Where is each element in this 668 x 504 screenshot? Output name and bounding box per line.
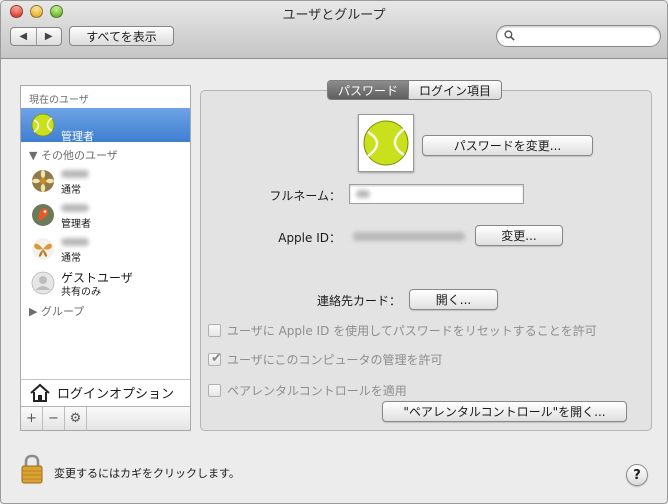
sidebar-footer: + − ⚙ [21, 406, 190, 430]
appleid-change-button[interactable]: 変更... [475, 225, 563, 246]
current-user-header: 現在のユーザ [29, 95, 89, 106]
user-row[interactable]: 通常 [21, 232, 190, 266]
allow-admin-label: ユーザにこのコンピュータの管理を許可 [227, 353, 443, 367]
fullname-value-blurred [356, 190, 370, 198]
parental-controls-checkbox[interactable]: ペアレンタルコントロールを適用 [208, 382, 407, 399]
user-role: 通常 [61, 253, 81, 264]
tab-password[interactable]: パスワード [328, 81, 409, 99]
guest-user-role: 共有のみ [61, 287, 101, 298]
titlebar: ユーザとグループ ◀ ▶ すべてを表示 [1, 1, 667, 59]
user-row-guest[interactable]: ゲストユーザ 共有のみ [21, 266, 190, 300]
fullname-field[interactable] [349, 184, 524, 204]
tennis-ball-icon [363, 120, 409, 166]
back-button[interactable]: ◀ [11, 28, 36, 45]
login-options-label: ログインオプション [57, 387, 175, 402]
window-title: ユーザとグループ [282, 8, 386, 23]
checkbox-box [208, 384, 221, 397]
gear-icon[interactable]: ⚙ [65, 407, 87, 430]
search-icon [504, 30, 515, 41]
lock-status-text: 変更するにはカギをクリックします。 [54, 467, 240, 480]
checkbox-box: ✔ [208, 351, 222, 366]
tab-login-items[interactable]: ログイン項目 [408, 81, 502, 99]
allow-appleid-reset-label: ユーザに Apple ID を使用してパスワードをリセットすることを許可 [227, 324, 597, 338]
user-role: 通常 [61, 185, 81, 196]
house-icon [30, 383, 50, 402]
user-list-sidebar: 現在のユーザ 管理者 ▼ その他のユーザ 通常 管理者 通常 ゲストユーザ 共有… [20, 85, 191, 431]
user-picture-well[interactable] [358, 114, 414, 172]
other-users-header: ▼ その他のユーザ [29, 149, 118, 162]
allow-admin-checkbox[interactable]: ✔ ユーザにこのコンピュータの管理を許可 [208, 351, 443, 368]
user-row-current[interactable]: 管理者 [21, 108, 190, 143]
user-role: 管理者 [61, 219, 91, 230]
users-groups-window: ユーザとグループ ◀ ▶ すべてを表示 現在のユーザ 管理者 ▼ その他のユーザ… [0, 0, 668, 504]
checkbox-box [208, 324, 221, 337]
butterfly-icon [31, 237, 55, 261]
login-options-item[interactable]: ログインオプション [21, 379, 190, 405]
appleid-label: Apple ID： [278, 231, 341, 245]
tab-bar: パスワード ログイン項目 [327, 80, 503, 100]
forward-button[interactable]: ▶ [35, 28, 62, 45]
open-contact-card-button[interactable]: 開く... [409, 289, 498, 310]
parental-controls-label: ペアレンタルコントロールを適用 [227, 384, 407, 398]
parrot-icon [31, 203, 55, 227]
appleid-value-blurred [353, 232, 465, 241]
user-role: 管理者 [61, 130, 94, 143]
user-name-blurred [61, 235, 89, 249]
help-button[interactable]: ? [626, 464, 648, 486]
search-field[interactable] [496, 25, 661, 47]
tennis-ball-icon [31, 113, 55, 137]
show-all-button[interactable]: すべてを表示 [69, 26, 174, 46]
change-password-button[interactable]: パスワードを変更... [422, 135, 593, 156]
allow-appleid-reset-checkbox[interactable]: ユーザに Apple ID を使用してパスワードをリセットすることを許可 [208, 322, 597, 339]
user-name-blurred [61, 167, 89, 181]
back-forward-control: ◀ ▶ [10, 27, 62, 46]
groups-disclosure[interactable]: ▶ グループ [29, 303, 84, 319]
flower-icon [31, 169, 55, 193]
guest-icon [31, 271, 55, 295]
lock-icon[interactable] [21, 454, 43, 484]
remove-user-button[interactable]: − [43, 407, 65, 430]
user-row[interactable]: 管理者 [21, 198, 190, 232]
add-user-button[interactable]: + [21, 407, 43, 430]
search-input[interactable] [519, 28, 654, 44]
user-row[interactable]: 通常 [21, 164, 190, 198]
checkmark-icon: ✔ [211, 351, 222, 366]
contact-card-label: 連絡先カード： [316, 294, 401, 308]
open-parental-controls-button[interactable]: "ペアレンタルコントロール"を開く... [382, 401, 627, 422]
fullname-label: フルネーム： [269, 189, 341, 203]
user-name-blurred [61, 201, 89, 215]
